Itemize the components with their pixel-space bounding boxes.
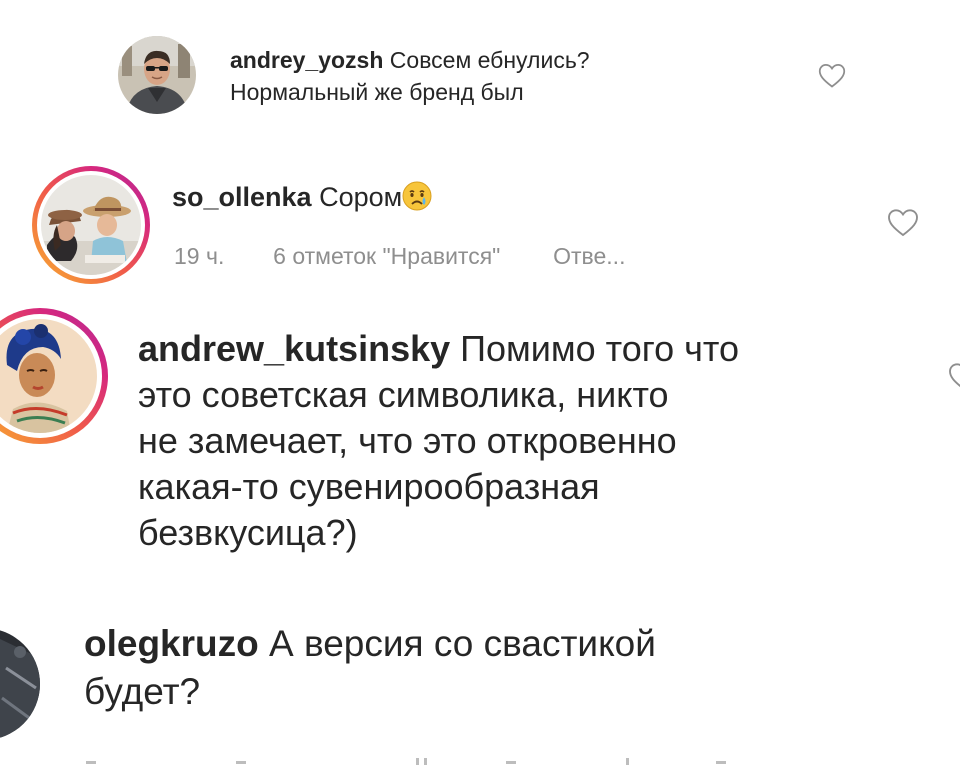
- crying-face-emoji-icon: [402, 181, 432, 219]
- profile-photo-mother-child-hats-icon: [41, 175, 141, 275]
- reply-button[interactable]: Отве...: [553, 243, 625, 269]
- username-so-ollenka[interactable]: so_ollenka: [172, 182, 312, 212]
- cropped-meta-row: [86, 754, 726, 766]
- cropped-meta-row: [230, 127, 690, 137]
- username-olegkruzo[interactable]: olegkruzo: [84, 623, 259, 664]
- cropped-text-fragments: [230, 135, 690, 137]
- comment-body: Сором: [319, 182, 403, 212]
- comment-panel-ollenka: so_ollenka Сором 19 ч. 6 отметок "Нравит…: [22, 160, 934, 290]
- username-andrew-kutsinsky[interactable]: andrew_kutsinsky: [138, 328, 450, 369]
- heart-outline-icon-cropped[interactable]: [948, 362, 960, 392]
- comment-panel-oleg: olegkruzo А версия со свастикой будет?: [0, 602, 960, 768]
- comment-line-5: безвкусица?): [138, 512, 358, 553]
- comment-line-1: Совсем ебнулись?: [389, 47, 590, 73]
- comment-line-2: будет?: [84, 671, 201, 712]
- comment-line-4: какая-то сувенирообразная: [138, 466, 600, 507]
- comment-meta-row: 19 ч. 6 отметок "Нравится" Отве...: [174, 242, 625, 270]
- heart-outline-icon[interactable]: [818, 63, 846, 89]
- cropped-text-fragments: [86, 758, 726, 765]
- avatar-olegkruzo[interactable]: [0, 628, 40, 740]
- heart-outline-icon[interactable]: [887, 208, 919, 238]
- comment-line-1: Помимо того что: [460, 328, 740, 369]
- comment-text-ollenka: so_ollenka Сором: [172, 180, 432, 219]
- profile-photo-dark-icon: [0, 628, 40, 740]
- comment-likes-count[interactable]: 6 отметок "Нравится": [273, 243, 500, 269]
- comment-panel-andrew: andrew_kutsinsky Помимо того что это сов…: [0, 306, 960, 588]
- avatar-so-ollenka[interactable]: [41, 175, 141, 275]
- comment-line-2: это советская символика, никто: [138, 374, 669, 415]
- comment-text-andrey: andrey_yozsh Совсем ебнулись? Нормальный…: [230, 44, 590, 108]
- avatar-andrey-yozsh[interactable]: [118, 36, 196, 114]
- profile-photo-man-sunglasses-icon: [118, 36, 196, 114]
- username-andrey-yozsh[interactable]: andrey_yozsh: [230, 47, 383, 73]
- comment-text-oleg: olegkruzo А версия со свастикой будет?: [84, 620, 656, 716]
- comment-panel-andrey: andrey_yozsh Совсем ебнулись? Нормальный…: [96, 28, 866, 138]
- comment-line-1: А версия со свастикой: [269, 623, 656, 664]
- comment-text-andrew: andrew_kutsinsky Помимо того что это сов…: [138, 326, 739, 556]
- comment-line-2: Нормальный же бренд был: [230, 79, 524, 105]
- comment-time: 19 ч.: [174, 243, 225, 269]
- comment-line-3: не замечает, что это откровенно: [138, 420, 677, 461]
